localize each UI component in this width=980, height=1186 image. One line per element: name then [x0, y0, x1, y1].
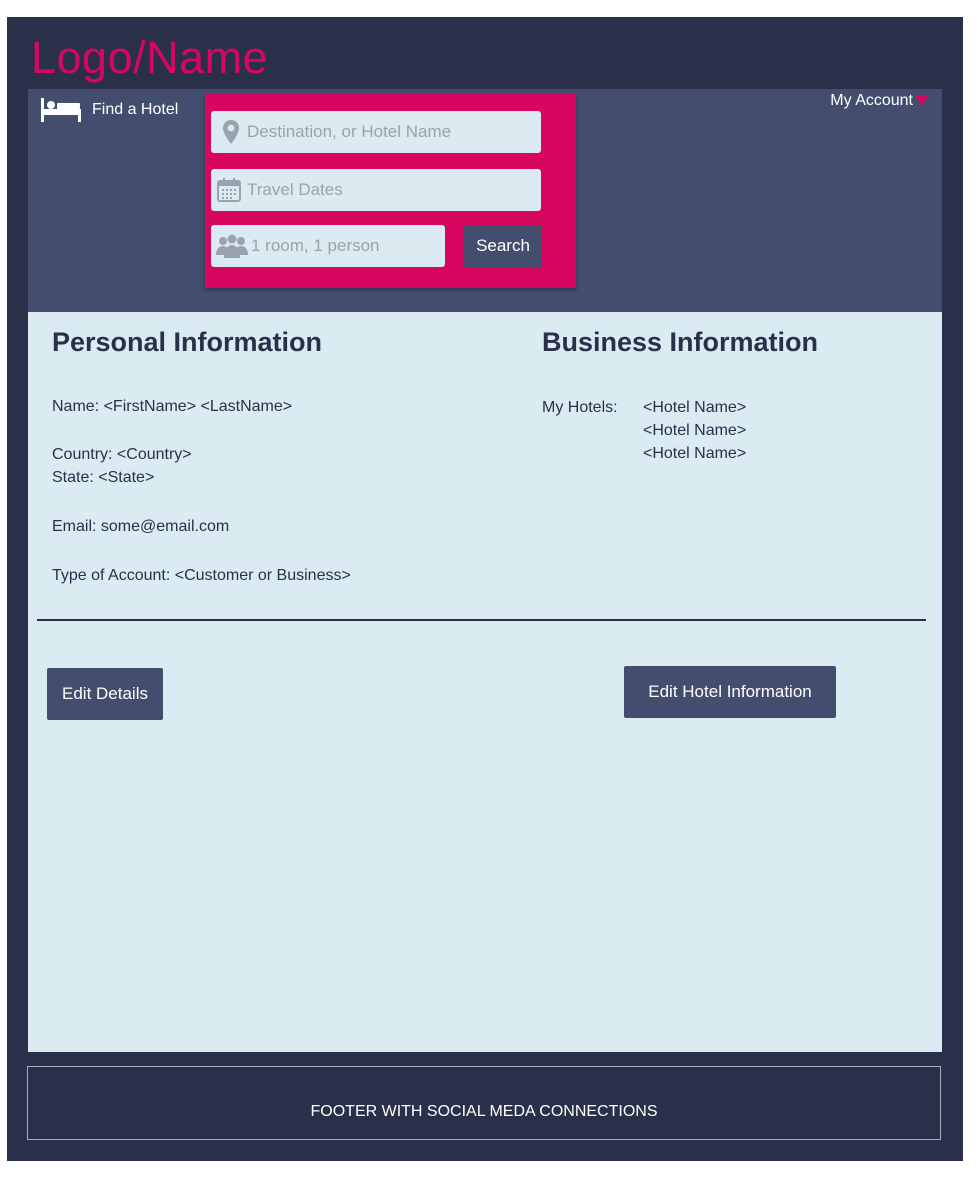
destination-input[interactable]: Destination, or Hotel Name	[211, 111, 541, 153]
my-account-label: My Account	[830, 92, 913, 109]
caret-down-icon	[916, 96, 928, 106]
find-hotel-nav[interactable]: Find a Hotel	[40, 97, 178, 123]
travel-dates-input[interactable]: Travel Dates	[211, 169, 541, 211]
page-frame: Logo/Name Find a Hotel My Account Destin…	[7, 17, 963, 1161]
bed-icon	[40, 97, 92, 123]
logo[interactable]: Logo/Name	[31, 31, 268, 85]
search-button[interactable]: Search	[464, 225, 542, 267]
my-hotels-label: My Hotels:	[542, 399, 618, 416]
edit-hotel-info-button[interactable]: Edit Hotel Information	[624, 666, 836, 718]
people-icon	[213, 233, 251, 259]
account-type-field: Type of Account: <Customer or Business>	[52, 567, 351, 584]
hotel-search-panel: Destination, or Hotel Name Travel Dates …	[205, 94, 576, 288]
business-info-title: Business Information	[542, 327, 819, 357]
hotel-list-item: <Hotel Name>	[643, 399, 747, 416]
destination-placeholder: Destination, or Hotel Name	[247, 122, 452, 141]
email-field: Email: some@email.com	[52, 518, 230, 535]
hotel-list-item: <Hotel Name>	[643, 445, 747, 462]
calendar-icon	[215, 177, 243, 203]
travel-dates-placeholder: Travel Dates	[247, 180, 343, 199]
edit-details-button[interactable]: Edit Details	[47, 668, 163, 720]
state-field: State: <State>	[52, 469, 155, 486]
country-field: Country: <Country>	[52, 446, 192, 463]
footer: FOOTER WITH SOCIAL MEDA CONNECTIONS	[27, 1066, 941, 1140]
header: Find a Hotel My Account Destination, or …	[28, 89, 942, 312]
my-account-menu[interactable]: My Account	[830, 92, 928, 110]
footer-text: FOOTER WITH SOCIAL MEDA CONNECTIONS	[310, 1103, 658, 1120]
guests-input[interactable]: 1 room, 1 person	[211, 225, 445, 267]
account-content: Personal Information Business Informatio…	[28, 312, 942, 1052]
map-pin-icon	[215, 119, 247, 145]
find-hotel-label: Find a Hotel	[92, 101, 179, 118]
personal-info-title: Personal Information	[52, 327, 323, 357]
hotel-list-item: <Hotel Name>	[643, 422, 747, 439]
guests-placeholder: 1 room, 1 person	[251, 236, 380, 255]
section-divider	[37, 619, 926, 621]
name-field: Name: <FirstName> <LastName>	[52, 398, 293, 415]
